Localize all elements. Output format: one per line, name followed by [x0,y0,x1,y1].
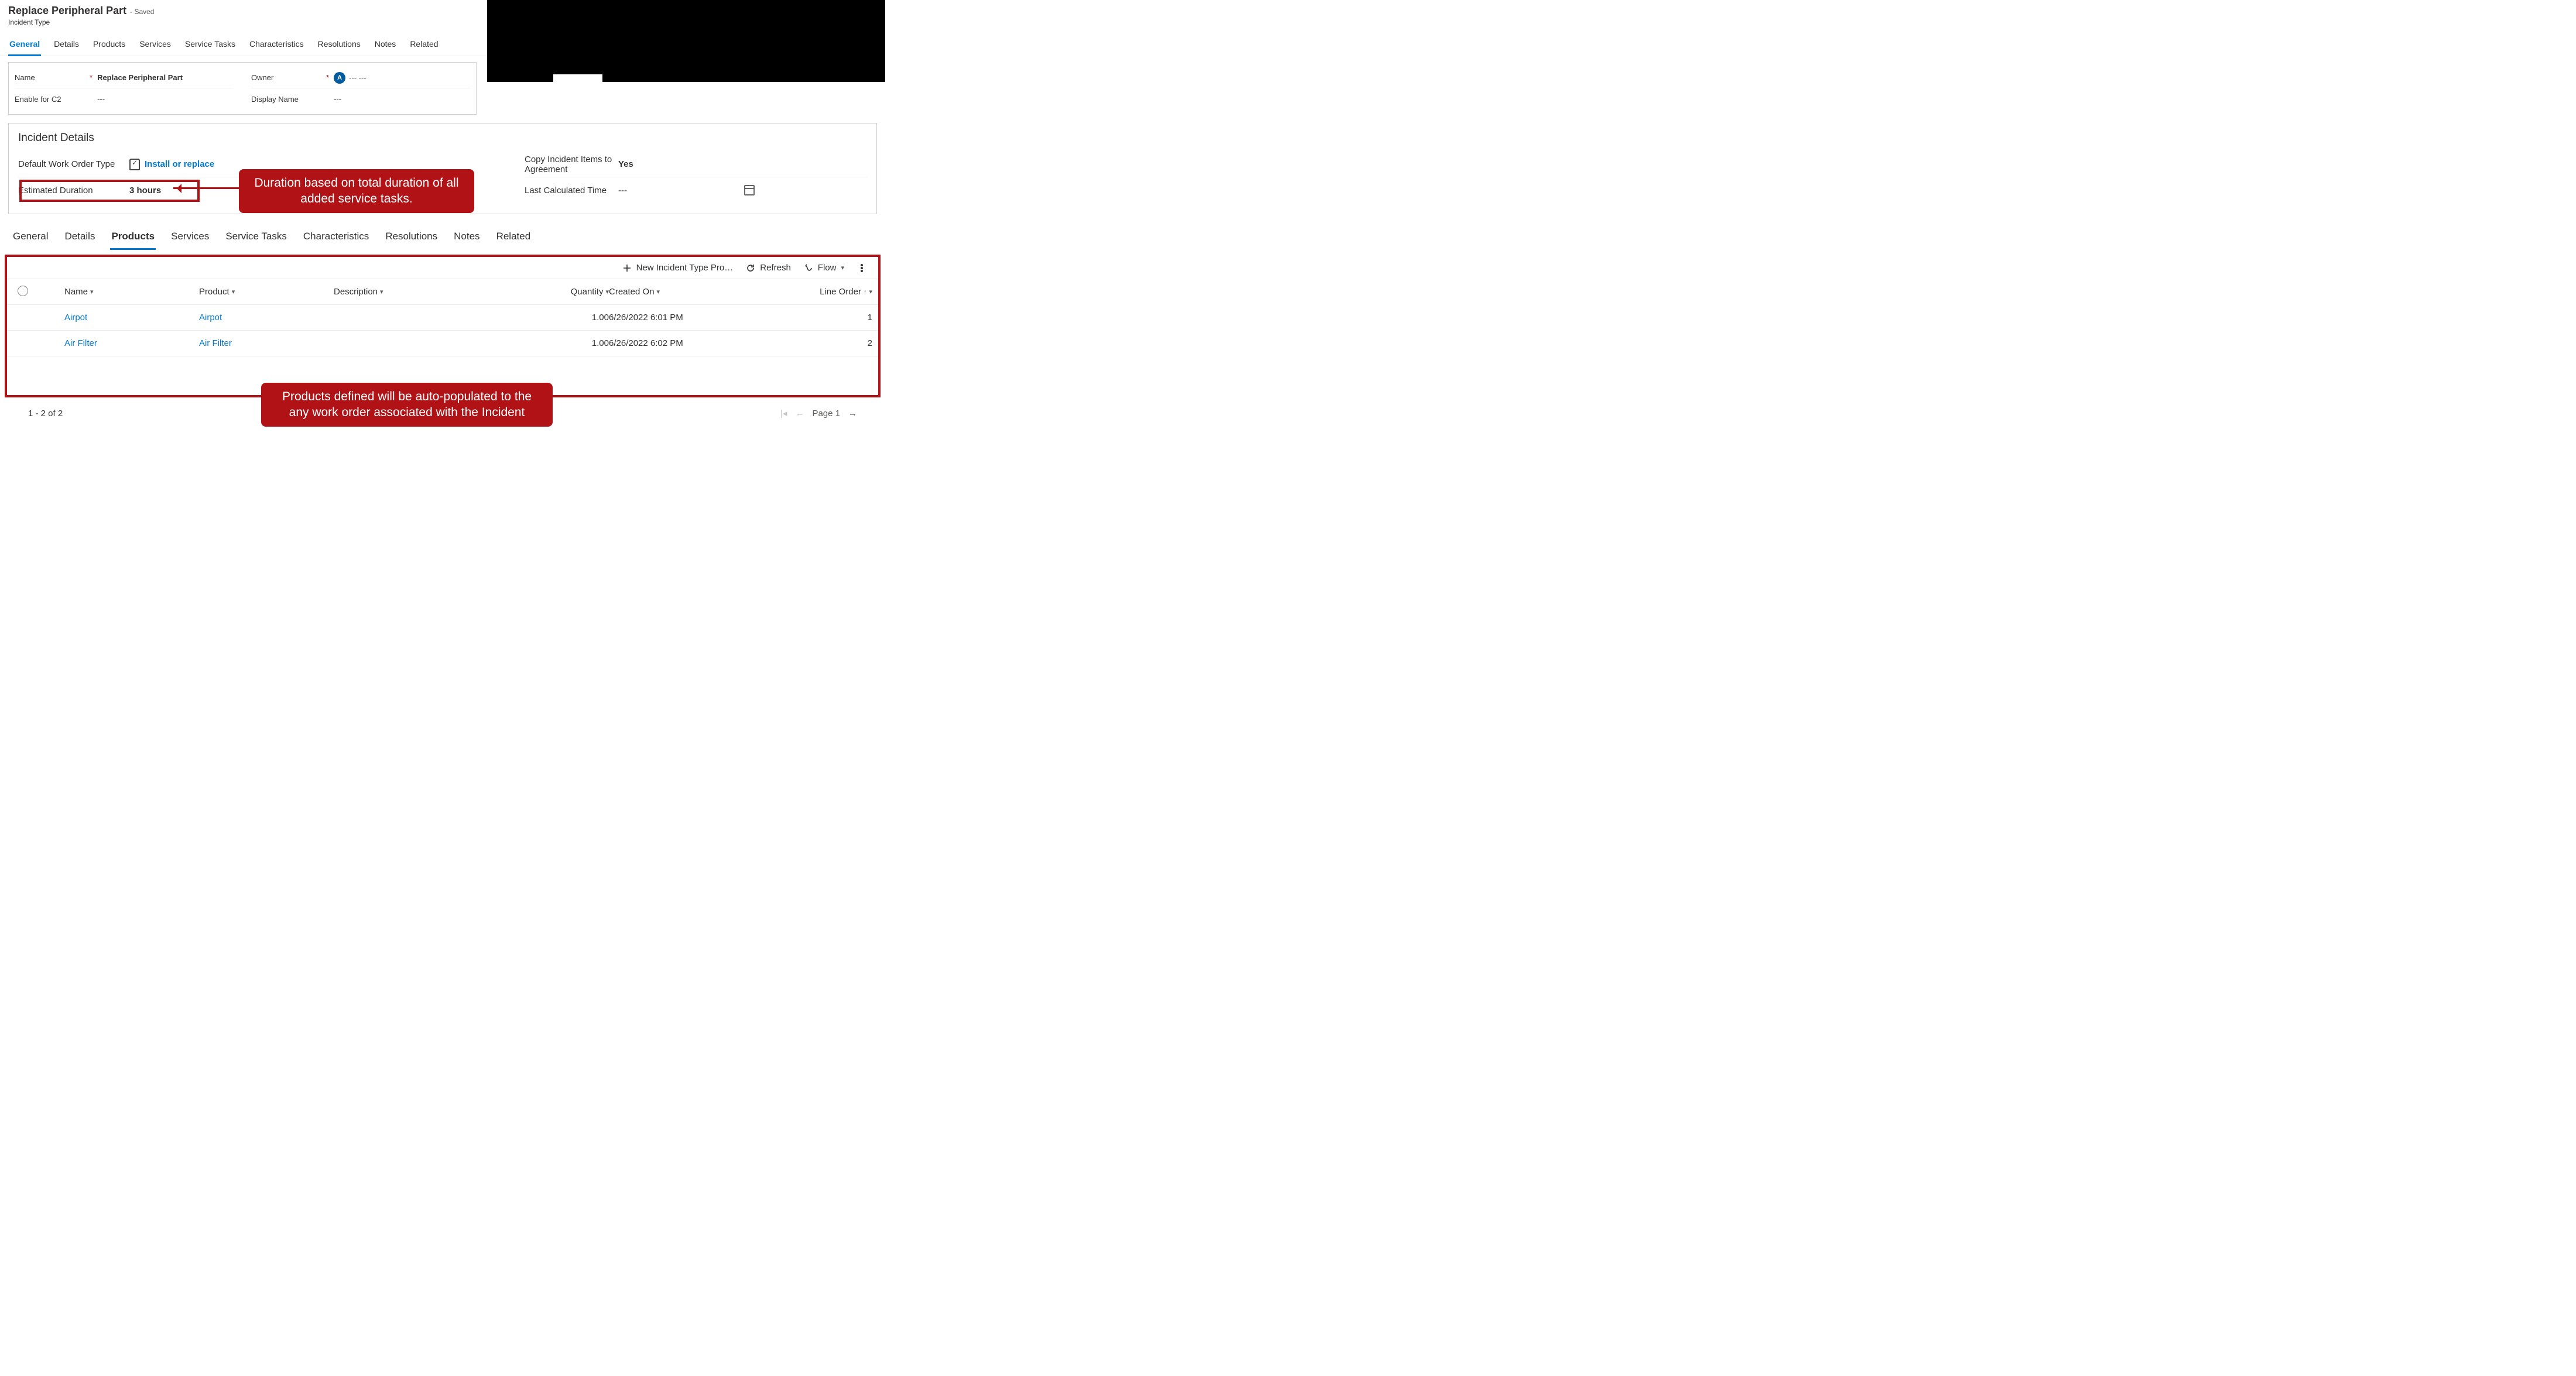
wo-type-label: Default Work Order Type [18,159,129,169]
pager-next-button[interactable]: → [848,409,857,418]
redacted-black-region [487,0,885,82]
sort-asc-icon: ↑ [864,289,867,296]
tab-notes-bottom[interactable]: Notes [453,227,481,250]
more-commands-button[interactable] [857,263,866,273]
incident-details-title: Incident Details [18,132,867,145]
grid-header-row: Name▾ Product▾ Description▾ Quantity▾ Cr… [7,279,878,305]
redacted-notch [553,74,602,83]
copy-value[interactable]: Yes [618,159,633,169]
name-label: Name [15,73,85,82]
wo-type-value[interactable]: Install or replace [129,159,214,170]
chevron-down-icon: ▾ [657,288,660,296]
row-product-link[interactable]: Air Filter [199,338,334,348]
row-name-link[interactable]: Air Filter [64,338,199,348]
tab-products-top[interactable]: Products [92,35,126,56]
chevron-down-icon: ▾ [841,264,844,272]
enablec2-label: Enable for C2 [15,95,85,104]
flow-button[interactable]: Flow ▾ [804,263,844,273]
save-status: - Saved [130,8,154,16]
name-value[interactable]: Replace Peripheral Part [97,73,183,82]
pager-page-label: Page 1 [812,409,840,418]
general-card: Name * Replace Peripheral Part Enable fo… [8,62,477,115]
tab-notes-top[interactable]: Notes [374,35,398,56]
pager-first-button[interactable]: |◂ [780,408,787,418]
copy-label: Copy Incident Items to Agreement [525,155,618,174]
col-lineorder[interactable]: Line Order↑▾ [773,287,872,297]
row-product-link[interactable]: Airpot [199,313,334,322]
chevron-down-icon: ▾ [869,288,872,296]
row-lineorder: 1 [773,313,872,322]
grid-row[interactable]: Air Filter Air Filter 1.00 6/26/2022 6:0… [7,331,878,356]
owner-label: Owner [251,73,321,82]
row-created: 6/26/2022 6:02 PM [609,338,773,348]
tab-servicetasks-top[interactable]: Service Tasks [184,35,237,56]
record-title: Replace Peripheral Part [8,5,126,17]
tab-resolutions-top[interactable]: Resolutions [317,35,362,56]
owner-required: * [326,73,329,82]
tab-related-top[interactable]: Related [409,35,439,56]
chevron-down-icon: ▾ [90,288,94,296]
grid-range: 1 - 2 of 2 [28,409,63,418]
tab-details-top[interactable]: Details [53,35,80,56]
grid-pager: |◂ ← Page 1 → [780,408,857,418]
displayname-label: Display Name [251,95,321,104]
owner-persona-icon: A [334,72,345,84]
tab-general-bottom[interactable]: General [12,227,49,250]
calendar-icon[interactable] [744,185,755,195]
name-required: * [90,73,93,82]
flow-icon [804,263,813,273]
form-tabs-bottom: General Details Products Services Servic… [0,227,885,250]
duration-label: Estimated Duration [18,186,129,195]
tab-products-bottom[interactable]: Products [110,227,156,250]
tab-services-bottom[interactable]: Services [170,227,210,250]
lasttime-label: Last Calculated Time [525,186,618,195]
grid-toolbar: New Incident Type Pro… Refresh Flow ▾ [7,257,878,279]
tab-characteristics-top[interactable]: Characteristics [248,35,305,56]
row-created: 6/26/2022 6:01 PM [609,313,773,322]
refresh-button[interactable]: Refresh [746,263,791,273]
more-vertical-icon [857,263,866,273]
annotation-arrow-1 [173,187,240,189]
tab-characteristics-bottom[interactable]: Characteristics [302,227,370,250]
annotation-box-products-grid: New Incident Type Pro… Refresh Flow ▾ Na… [5,255,881,397]
row-quantity: 1.00 [539,338,609,348]
plus-icon [622,263,632,273]
chevron-down-icon: ▾ [232,288,235,296]
col-quantity[interactable]: Quantity▾ [539,287,609,297]
lasttime-value[interactable]: --- [618,186,627,195]
new-incidenttype-product-button[interactable]: New Incident Type Pro… [622,263,734,273]
grid-row[interactable]: Airpot Airpot 1.00 6/26/2022 6:01 PM 1 [7,305,878,331]
col-product[interactable]: Product▾ [199,287,334,297]
owner-value[interactable]: --- --- [349,73,366,82]
chevron-down-icon: ▾ [380,288,383,296]
row-lineorder: 2 [773,338,872,348]
tab-resolutions-bottom[interactable]: Resolutions [384,227,439,250]
duration-value[interactable]: 3 hours [129,186,161,195]
select-all-checkbox[interactable] [18,286,28,296]
annotation-callout-duration: Duration based on total duration of all … [239,169,474,213]
clipboard-check-icon [129,159,140,170]
row-quantity: 1.00 [539,313,609,322]
col-name[interactable]: Name▾ [64,287,199,297]
annotation-callout-products: Products defined will be auto-populated … [261,383,553,427]
row-name-link[interactable]: Airpot [64,313,199,322]
tab-general-top[interactable]: General [8,35,41,56]
tab-services-top[interactable]: Services [138,35,172,56]
enablec2-value[interactable]: --- [97,95,105,104]
col-created[interactable]: Created On▾ [609,287,773,297]
pager-prev-button[interactable]: ← [795,409,804,418]
tab-details-bottom[interactable]: Details [63,227,96,250]
displayname-value[interactable]: --- [334,95,341,104]
tab-servicetasks-bottom[interactable]: Service Tasks [224,227,288,250]
refresh-icon [746,263,755,273]
tab-related-bottom[interactable]: Related [495,227,532,250]
col-description[interactable]: Description▾ [334,287,539,297]
